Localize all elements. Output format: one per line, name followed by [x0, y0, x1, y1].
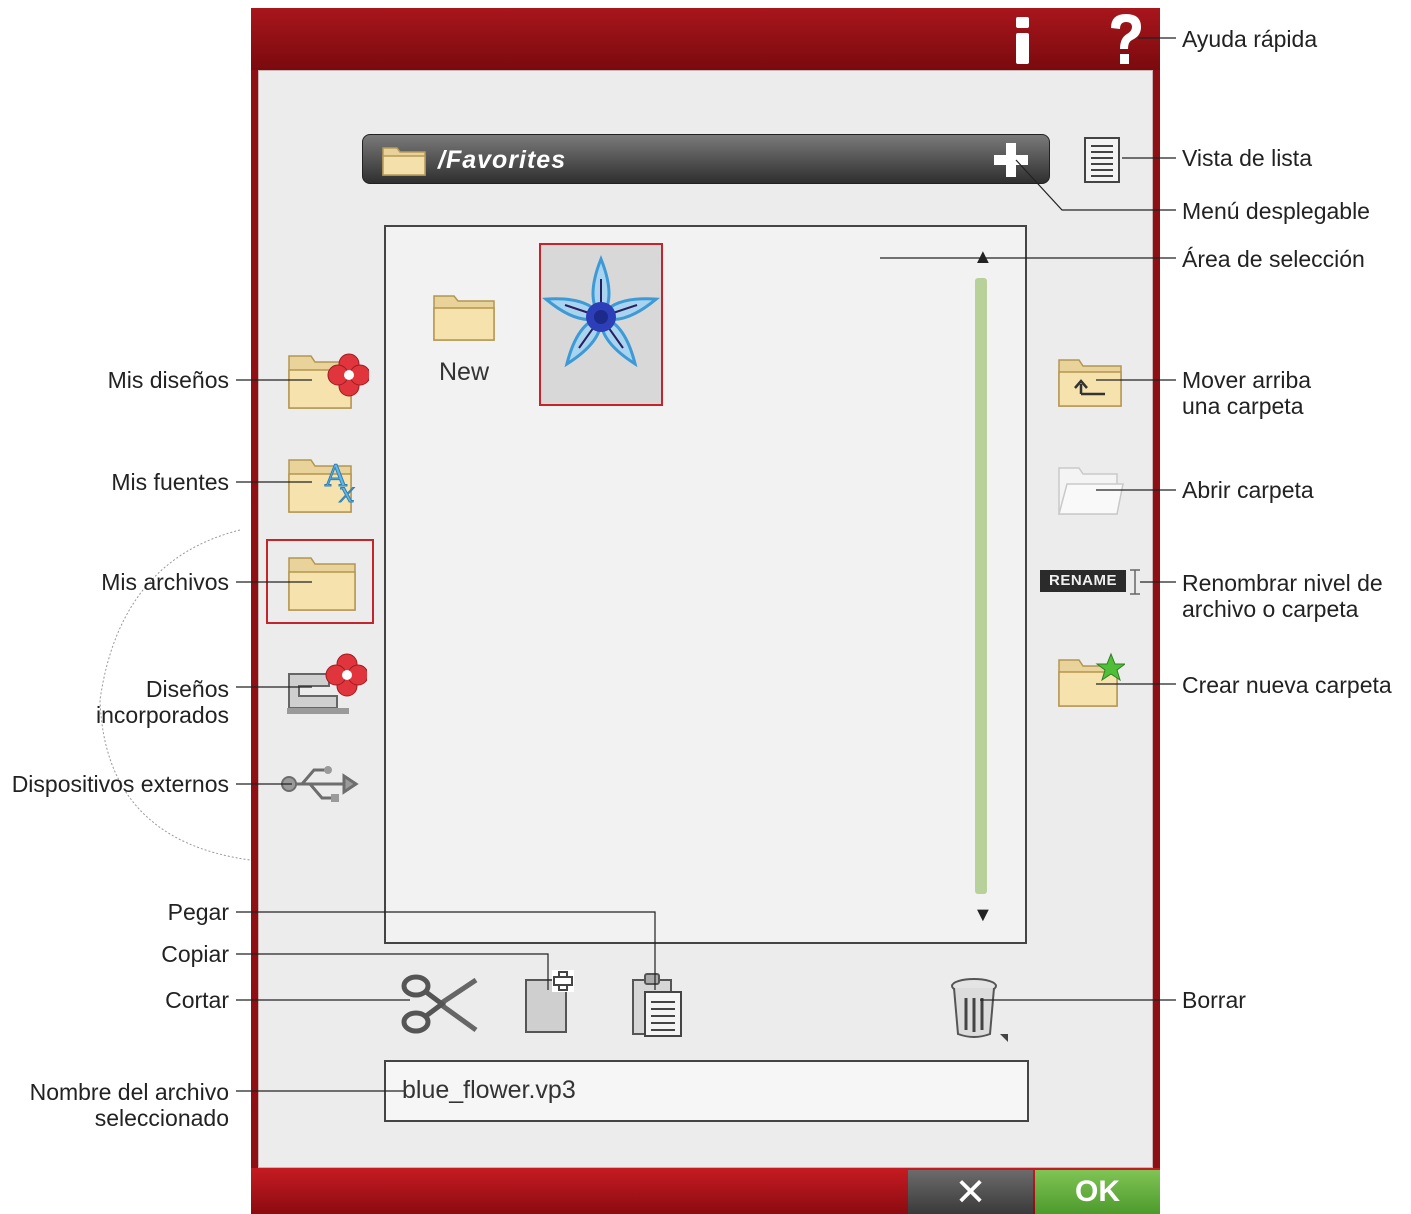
callout-paste: Pegar	[167, 899, 229, 925]
info-button[interactable]	[1003, 12, 1043, 68]
scroll-up-arrow[interactable]: ▲	[973, 246, 993, 269]
callout-my-files: Mis archivos	[101, 569, 229, 595]
copy-button[interactable]	[524, 968, 580, 1034]
cancel-button[interactable]: ✕	[908, 1170, 1033, 1214]
cancel-label: ✕	[954, 1171, 987, 1214]
scroll-down-arrow[interactable]: ▼	[973, 904, 993, 927]
path-dropdown-menu[interactable]: /Favorites	[362, 134, 1050, 184]
callout-selected-filename: Nombre del archivo seleccionado	[30, 1079, 229, 1131]
external-devices-button[interactable]	[280, 752, 362, 816]
quick-help-button[interactable]	[1101, 10, 1151, 68]
callout-cut: Cortar	[165, 987, 229, 1013]
copy-icon	[525, 970, 574, 1033]
callout-open-folder: Abrir carpeta	[1182, 477, 1314, 503]
info-icon	[1016, 17, 1029, 64]
open-folder-button[interactable]	[1055, 462, 1125, 518]
my-designs-button[interactable]	[287, 348, 369, 412]
top-bar	[251, 8, 1160, 70]
selected-filename-field: blue_flower.vp3	[384, 1060, 1029, 1122]
move-up-folder-button[interactable]	[1055, 354, 1125, 410]
current-path: /Favorites	[438, 146, 567, 174]
built-in-designs-button[interactable]	[285, 652, 367, 716]
ok-label: OK	[1075, 1175, 1120, 1208]
callout-my-fonts: Mis fuentes	[111, 469, 229, 495]
plus-icon[interactable]	[991, 140, 1031, 180]
callout-move-up: Mover arriba una carpeta	[1182, 367, 1311, 419]
my-files-button[interactable]	[283, 552, 365, 616]
selected-filename: blue_flower.vp3	[402, 1076, 576, 1104]
callout-delete: Borrar	[1182, 987, 1246, 1013]
callout-rename-line2: archivo o carpeta	[1182, 596, 1359, 622]
callout-move-up-line1: Mover arriba	[1182, 367, 1312, 393]
new-folder-button[interactable]	[1055, 652, 1125, 708]
list-view-button[interactable]	[1083, 136, 1121, 184]
callout-quick-help: Ayuda rápida	[1182, 26, 1318, 52]
callout-new-folder: Crear nueva carpeta	[1182, 672, 1392, 698]
callout-list-view: Vista de lista	[1182, 145, 1312, 171]
callout-builtin-line1: Diseños	[145, 676, 229, 702]
trash-icon	[951, 978, 1008, 1042]
callout-filename-line2: seleccionado	[94, 1105, 229, 1131]
callout-builtin-line2: incorporados	[96, 702, 229, 728]
callout-dropdown-menu: Menú desplegable	[1182, 198, 1370, 224]
callout-filename-line1: Nombre del archivo	[29, 1079, 229, 1105]
rename-button[interactable]: RENAME	[1040, 568, 1144, 596]
callout-builtin-designs: Diseños incorporados	[96, 676, 229, 728]
text-cursor-icon	[1130, 569, 1140, 595]
callout-move-up-line2: una carpeta	[1182, 393, 1304, 419]
callout-my-designs: Mis diseños	[107, 367, 229, 393]
svg-text:x: x	[339, 476, 355, 509]
paste-icon	[632, 973, 682, 1037]
design-item-blue-flower[interactable]	[539, 243, 663, 406]
callout-rename: Renombrar nivel de archivo o carpeta	[1182, 570, 1383, 622]
flower-design-icon	[541, 254, 661, 368]
usb-icon	[290, 768, 359, 800]
rename-label: RENAME	[1040, 570, 1126, 592]
folder-icon	[382, 147, 426, 176]
ok-button[interactable]: OK	[1035, 1170, 1160, 1214]
question-icon	[1111, 14, 1141, 64]
callout-selection-area: Área de selección	[1182, 246, 1365, 272]
callout-rename-line1: Renombrar nivel de	[1182, 570, 1383, 596]
cut-button[interactable]	[400, 972, 480, 1036]
list-view-icon	[1084, 137, 1120, 183]
folder-item-new[interactable]	[432, 292, 496, 342]
callout-copy: Copiar	[161, 941, 229, 967]
my-fonts-button[interactable]: A x	[287, 452, 369, 516]
scrollbar[interactable]	[975, 278, 987, 894]
paste-button[interactable]	[631, 972, 685, 1038]
folder-item-label: New	[438, 358, 489, 386]
scissors-icon	[401, 974, 478, 1034]
delete-button[interactable]	[948, 976, 1012, 1044]
callout-external-devices: Dispositivos externos	[11, 771, 229, 797]
